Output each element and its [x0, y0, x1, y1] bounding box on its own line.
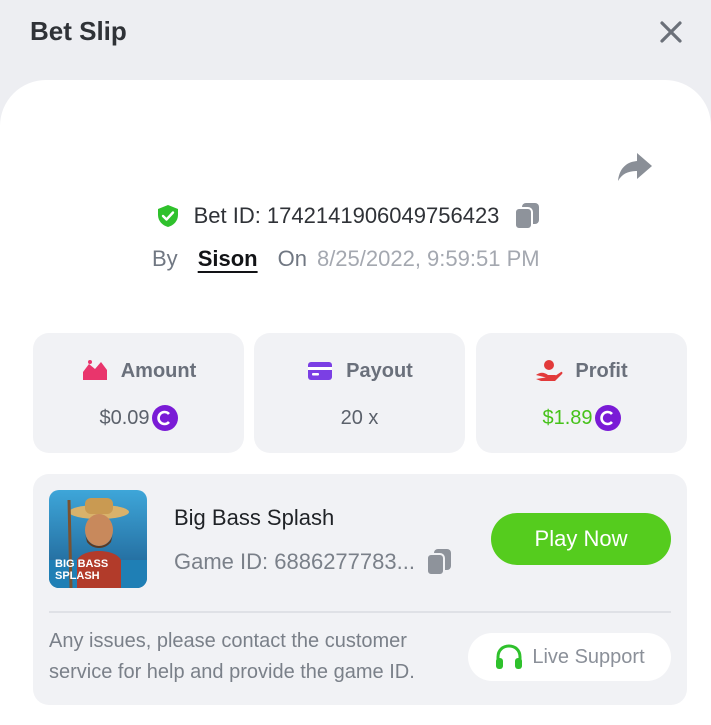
game-id: Game ID: 6886277783... — [174, 549, 415, 574]
shield-check-icon — [157, 205, 178, 227]
payout-card: Payout 20 x — [254, 333, 465, 453]
profit-card: Profit $1.89 — [476, 333, 687, 453]
by-label: By — [152, 246, 178, 271]
profit-value: $1.89 — [542, 406, 593, 429]
header-bar: Bet Slip — [0, 0, 711, 80]
game-name: Big Bass Splash — [174, 505, 335, 530]
amount-label: Amount — [120, 359, 197, 382]
coin-icon — [594, 405, 621, 431]
coin-icon — [151, 405, 178, 431]
copy-icon[interactable] — [513, 201, 541, 231]
bet-meta-row: By Sison On 8/25/2022, 9:59:51 PM — [152, 242, 540, 276]
headset-icon — [496, 644, 523, 669]
game-id-row: Game ID: 6886277783... — [174, 546, 453, 578]
play-now-button[interactable]: Play Now — [491, 513, 671, 565]
payout-value: 20 x — [340, 406, 379, 429]
bet-id-row: Bet ID: 1742141906049756423 — [0, 199, 711, 233]
thumbnail-title-line-1: BIG BASS — [55, 558, 108, 570]
close-icon[interactable] — [656, 17, 686, 47]
game-card: BIG BASS SPLASH Big Bass Splash Game ID:… — [33, 474, 687, 705]
user-link[interactable]: Sison — [198, 246, 258, 272]
amount-value: $0.09 — [99, 406, 150, 429]
bet-datetime: 8/25/2022, 9:59:51 PM — [316, 246, 540, 271]
copy-icon[interactable] — [425, 547, 453, 577]
profit-label: Profit — [575, 359, 628, 382]
divider — [49, 611, 671, 613]
share-icon[interactable] — [617, 151, 653, 183]
page-title: Bet Slip — [30, 16, 127, 46]
game-thumbnail[interactable]: BIG BASS SPLASH — [49, 490, 147, 588]
hand-coin-icon — [536, 360, 563, 381]
live-support-button[interactable]: Live Support — [468, 633, 671, 681]
card-icon — [308, 362, 333, 380]
live-support-label: Live Support — [532, 645, 645, 668]
on-label: On — [277, 246, 307, 271]
bet-id: Bet ID: 1742141906049756423 — [193, 203, 500, 228]
thumbnail-title-line-2: SPLASH — [55, 570, 100, 582]
money-icon — [82, 360, 107, 380]
support-message: Any issues, please contact the customer … — [49, 630, 415, 683]
amount-card: Amount $0.09 — [33, 333, 244, 453]
payout-label: Payout — [346, 359, 413, 382]
